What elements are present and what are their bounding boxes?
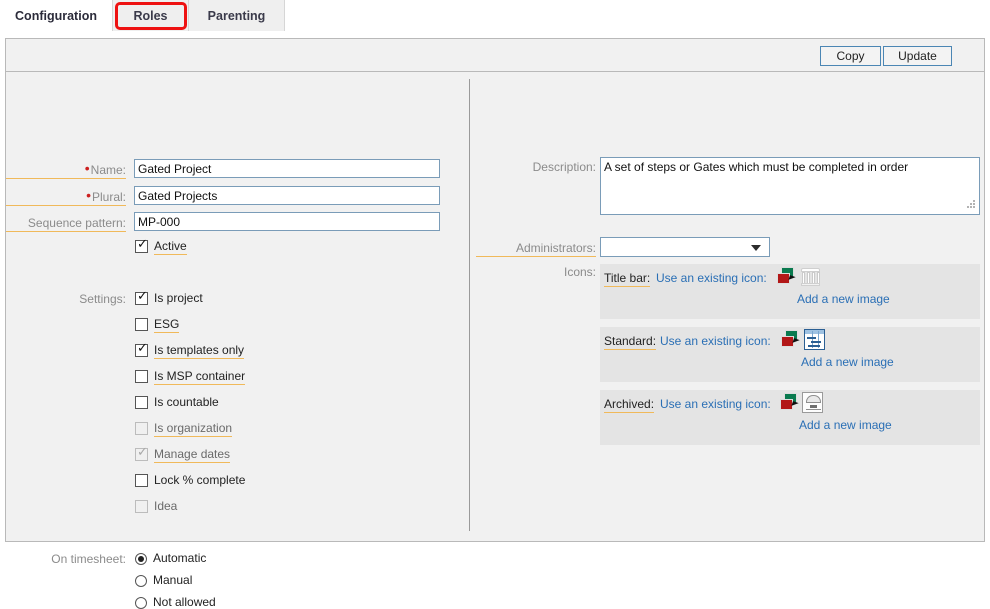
setting-checkbox-manage-dates: ✓ bbox=[135, 445, 148, 461]
tab-bar: Configuration Roles Parenting bbox=[0, 0, 990, 32]
on-timesheet-radio-not-allowed[interactable] bbox=[135, 597, 147, 609]
tab-parenting-label: Parenting bbox=[207, 8, 266, 23]
form-body: •Name: •Plural: Sequence pattern: ✓ Acti… bbox=[6, 73, 984, 609]
icon-row-title-bar-add-image-link[interactable]: Add a new image bbox=[797, 292, 890, 306]
name-input[interactable] bbox=[134, 159, 440, 178]
copy-button-label: Copy bbox=[836, 49, 865, 63]
setting-label-is-templates-only: Is templates only bbox=[154, 343, 245, 359]
gantt-glyph bbox=[804, 329, 825, 350]
settings-label: Settings: bbox=[79, 292, 126, 306]
textarea-resize-grip-icon[interactable] bbox=[966, 200, 976, 210]
icon-picker-icon[interactable] bbox=[780, 393, 800, 413]
on-timesheet-label: On timesheet: bbox=[51, 552, 126, 566]
on-timesheet-radio-automatic[interactable] bbox=[135, 553, 147, 565]
archive-dome bbox=[806, 395, 821, 402]
icon-row-title-bar-existing-link[interactable]: Use an existing icon: bbox=[656, 271, 767, 285]
active-label: Active bbox=[154, 239, 187, 255]
setting-checkbox-lock-percent-complete[interactable] bbox=[135, 474, 148, 487]
gantt-bar bbox=[807, 337, 816, 339]
description-label-text: Description: bbox=[532, 160, 596, 174]
setting-label-manage-dates: Manage dates bbox=[154, 447, 231, 463]
icon-row-standard-existing-link[interactable]: Use an existing icon: bbox=[660, 334, 771, 348]
sequence-pattern-label-text: Sequence pattern: bbox=[27, 216, 126, 230]
building-glyph bbox=[800, 266, 821, 287]
icon-row-title-bar: Title bar: Use an existing icon: Add a n… bbox=[600, 264, 980, 319]
icon-row-archived-label: Archived: bbox=[604, 397, 655, 413]
plural-input[interactable] bbox=[134, 186, 440, 205]
setting-checkbox-is-templates-only[interactable]: ✓ bbox=[135, 341, 148, 357]
icon-picker-icon[interactable] bbox=[777, 267, 797, 287]
building-icon bbox=[800, 266, 821, 287]
active-checkbox[interactable]: ✓ bbox=[135, 237, 148, 253]
on-timesheet-radio-manual[interactable] bbox=[135, 575, 147, 587]
building-base bbox=[801, 283, 820, 286]
gantt-header bbox=[805, 330, 824, 334]
column-divider bbox=[469, 79, 470, 531]
tick-icon: ✓ bbox=[137, 445, 148, 460]
active-checkbox-tick: ✓ bbox=[137, 237, 148, 252]
tick-icon: ✓ bbox=[137, 341, 148, 356]
tick-icon: ✓ bbox=[137, 289, 148, 304]
gantt-bar bbox=[808, 345, 820, 347]
icon-row-standard-label: Standard: bbox=[604, 334, 657, 350]
form-toolbar: Copy Update bbox=[6, 39, 984, 72]
tab-configuration-label: Configuration bbox=[15, 8, 97, 23]
name-label-text: Name: bbox=[90, 163, 126, 177]
administrators-select[interactable] bbox=[600, 237, 770, 257]
content-panel: Copy Update •Name: •Plural: Sequence pat… bbox=[5, 38, 985, 609]
setting-label-idea: Idea bbox=[154, 499, 178, 513]
tab-roles[interactable]: Roles bbox=[113, 0, 189, 31]
setting-checkbox-is-countable[interactable] bbox=[135, 396, 148, 409]
setting-label-is-msp-container: Is MSP container bbox=[154, 369, 246, 385]
on-timesheet-label-automatic: Automatic bbox=[153, 551, 207, 565]
administrators-label: Administrators: bbox=[476, 241, 596, 257]
copy-button[interactable]: Copy bbox=[820, 46, 881, 66]
setting-checkbox-is-msp-container[interactable] bbox=[135, 370, 148, 383]
plural-label-text: Plural: bbox=[91, 190, 126, 204]
archive-building-icon bbox=[802, 392, 823, 413]
description-label: Description: bbox=[476, 160, 596, 174]
setting-label-is-countable: Is countable bbox=[154, 395, 219, 409]
setting-checkbox-is-project[interactable]: ✓ bbox=[135, 289, 148, 305]
tab-configuration[interactable]: Configuration bbox=[0, 0, 113, 31]
update-button-label: Update bbox=[898, 49, 937, 63]
archive-line bbox=[806, 402, 821, 403]
tab-parenting[interactable]: Parenting bbox=[189, 0, 285, 31]
plural-required-marker: • bbox=[86, 187, 91, 203]
icon-row-title-bar-label: Title bar: bbox=[604, 271, 651, 287]
icon-picker-icon[interactable] bbox=[781, 330, 801, 350]
sequence-pattern-input[interactable] bbox=[134, 212, 440, 231]
archive-line bbox=[806, 409, 821, 410]
on-timesheet-label-manual: Manual bbox=[153, 573, 193, 587]
icon-row-archived-existing-link[interactable]: Use an existing icon: bbox=[660, 397, 771, 411]
setting-checkbox-is-organization bbox=[135, 422, 148, 435]
administrators-label-text: Administrators: bbox=[515, 241, 596, 255]
archive-glyph bbox=[802, 392, 823, 413]
gantt-grid-icon bbox=[804, 329, 825, 350]
tab-bar-filler bbox=[285, 0, 990, 31]
icon-row-archived-add-image-link[interactable]: Add a new image bbox=[799, 418, 892, 432]
gantt-bar bbox=[811, 341, 821, 343]
icons-label: Icons: bbox=[563, 265, 596, 279]
on-timesheet-label-not-allowed: Not allowed bbox=[153, 595, 216, 609]
icon-row-archived: Archived: Use an existing icon: Add a ne… bbox=[600, 390, 980, 445]
icon-row-standard: Standard: Use an existing icon: Add a ne… bbox=[600, 327, 980, 382]
radio-selected-dot bbox=[138, 556, 144, 562]
icon-row-standard-add-image-link[interactable]: Add a new image bbox=[801, 355, 894, 369]
sequence-pattern-label: Sequence pattern: bbox=[6, 216, 126, 232]
name-label: •Name: bbox=[6, 160, 126, 179]
setting-checkbox-esg[interactable] bbox=[135, 318, 148, 331]
archive-slot bbox=[810, 405, 817, 408]
setting-checkbox-idea bbox=[135, 500, 148, 513]
tab-roles-label: Roles bbox=[133, 8, 168, 23]
plural-label: •Plural: bbox=[6, 187, 126, 206]
update-button[interactable]: Update bbox=[883, 46, 952, 66]
chevron-down-icon bbox=[751, 245, 761, 251]
setting-label-is-organization: Is organization bbox=[154, 421, 233, 437]
setting-label-esg: ESG bbox=[154, 317, 180, 333]
description-textarea[interactable] bbox=[600, 157, 980, 215]
setting-label-is-project: Is project bbox=[154, 291, 203, 305]
setting-label-lock-percent-complete: Lock % complete bbox=[154, 473, 246, 487]
name-required-marker: • bbox=[84, 160, 90, 176]
